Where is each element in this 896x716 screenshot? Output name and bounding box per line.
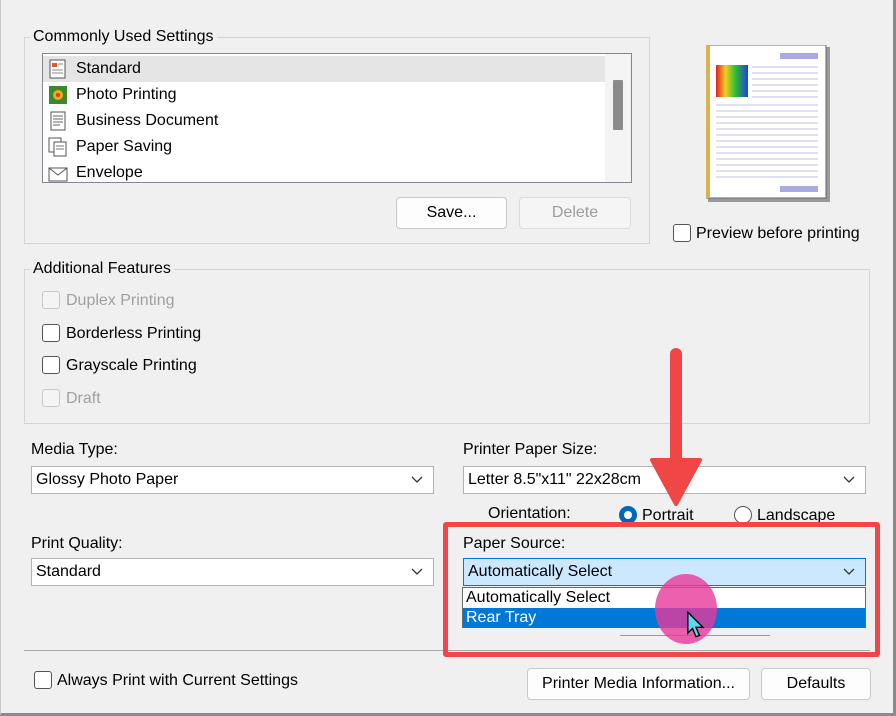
- media-type-label: Media Type:: [31, 441, 118, 458]
- standard-doc-icon: [49, 59, 66, 79]
- paper-saving-icon: [48, 137, 67, 157]
- envelope-icon: [48, 167, 68, 182]
- duplex-printing-label: Duplex Printing: [66, 292, 175, 309]
- list-item-label: Paper Saving: [76, 138, 173, 155]
- list-item-label: Envelope: [76, 164, 143, 181]
- commonly-used-settings-title: Commonly Used Settings: [30, 27, 217, 47]
- list-item[interactable]: Envelope: [43, 160, 605, 182]
- annotation-highlight-box: [443, 522, 880, 657]
- print-quality-value: Standard: [36, 563, 101, 580]
- chevron-down-icon: [843, 476, 855, 483]
- print-quality-select[interactable]: Standard: [31, 558, 434, 586]
- scrollbar-thumb[interactable]: [613, 80, 623, 130]
- list-item[interactable]: Paper Saving: [43, 134, 605, 160]
- print-quality-label: Print Quality:: [31, 535, 123, 552]
- chevron-down-icon: [411, 568, 423, 575]
- settings-listbox[interactable]: Standard Photo Printing Business Documen…: [42, 53, 632, 183]
- list-item[interactable]: Business Document: [43, 108, 605, 134]
- list-item[interactable]: Standard: [43, 56, 605, 82]
- always-print-checkbox[interactable]: [34, 671, 52, 689]
- preview-before-printing-checkbox[interactable]: [673, 224, 691, 242]
- always-print-label: Always Print with Current Settings: [57, 672, 298, 689]
- chevron-down-icon: [411, 476, 423, 483]
- delete-button[interactable]: Delete: [519, 197, 631, 229]
- printer-media-information-button[interactable]: Printer Media Information...: [527, 668, 750, 700]
- list-item-label: Standard: [76, 60, 141, 77]
- defaults-button[interactable]: Defaults: [761, 668, 871, 700]
- annotation-arrow-icon: [650, 348, 702, 506]
- grayscale-printing-label: Grayscale Printing: [66, 357, 197, 374]
- preview-before-printing-label: Preview before printing: [696, 225, 860, 242]
- list-item[interactable]: Photo Printing: [43, 82, 605, 108]
- media-type-value: Glossy Photo Paper: [36, 471, 179, 488]
- photo-icon: [49, 86, 67, 104]
- media-type-select[interactable]: Glossy Photo Paper: [31, 466, 434, 494]
- borderless-printing-label: Borderless Printing: [66, 325, 202, 342]
- draft-checkbox[interactable]: [42, 389, 60, 407]
- borderless-printing-checkbox[interactable]: [42, 324, 60, 342]
- print-preview-image: [706, 45, 830, 202]
- list-item-label: Photo Printing: [76, 86, 177, 103]
- save-button[interactable]: Save...: [396, 197, 507, 229]
- printer-paper-size-value: Letter 8.5"x11" 22x28cm: [468, 471, 641, 488]
- business-doc-icon: [50, 111, 66, 131]
- listbox-scrollbar[interactable]: [605, 54, 631, 182]
- printer-paper-size-label: Printer Paper Size:: [463, 441, 598, 458]
- orientation-label: Orientation:: [488, 505, 571, 522]
- draft-label: Draft: [66, 390, 101, 407]
- list-item-label: Business Document: [76, 112, 219, 129]
- additional-features-title: Additional Features: [30, 259, 174, 279]
- duplex-printing-checkbox[interactable]: [42, 291, 60, 309]
- grayscale-printing-checkbox[interactable]: [42, 356, 60, 374]
